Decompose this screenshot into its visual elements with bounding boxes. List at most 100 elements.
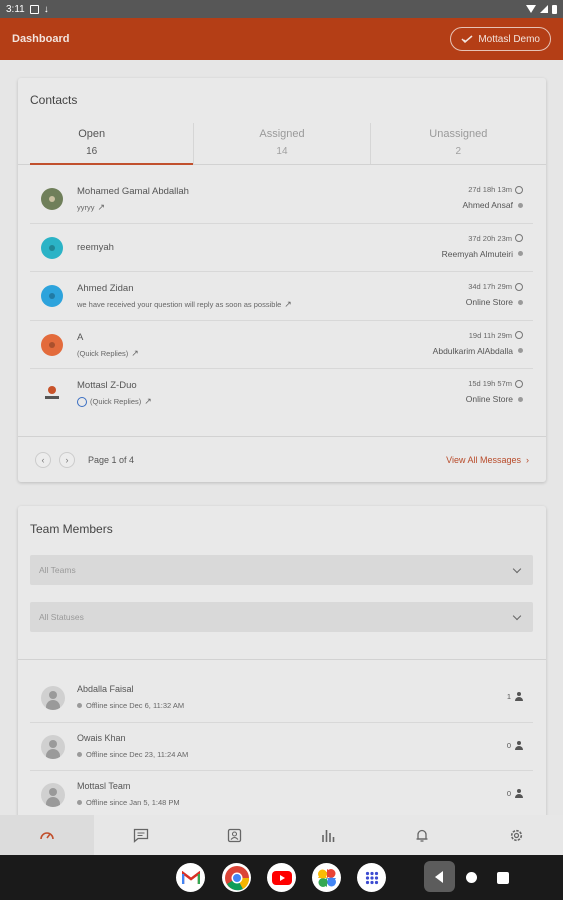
prev-page-button[interactable]: ‹	[35, 451, 51, 468]
messages-icon	[133, 828, 148, 843]
preview-text: (Quick Replies)	[77, 348, 129, 358]
message-preview: we have received your question will repl…	[77, 299, 292, 310]
clock-icon	[515, 379, 523, 388]
avatar	[41, 734, 65, 759]
dashboard-icon	[40, 832, 54, 840]
quick-reply-icon	[77, 396, 87, 407]
youtube-app-icon[interactable]	[267, 863, 296, 892]
external-link-icon: ↗	[97, 202, 106, 212]
team-members-title: Team Members	[30, 522, 113, 536]
nav-dashboard[interactable]	[0, 815, 94, 855]
chrome-app-icon[interactable]	[222, 863, 251, 892]
elapsed-time: 37d 20h 23m	[468, 234, 523, 243]
app-grid-icon	[365, 871, 378, 884]
external-link-icon: ↗	[144, 396, 152, 406]
tab-count: 14	[276, 146, 288, 157]
assigned-agent: Abdulkarim AlAbdalla	[433, 346, 523, 356]
status-text: Offline since Dec 23, 11:24 AM	[86, 749, 189, 759]
time-text: 34d 17h 29m	[468, 282, 512, 291]
agent-status-dot	[518, 299, 523, 305]
team-members-card: Team Members All Teams All Statuses Abda…	[18, 506, 546, 815]
system-back-button[interactable]	[424, 861, 455, 892]
contact-avatar	[45, 386, 59, 399]
member-list: Abdalla Faisal Offline since Dec 6, 11:3…	[30, 674, 533, 815]
status-text: Offline since Dec 6, 11:32 AM	[86, 701, 185, 710]
agent-status-dot	[518, 202, 523, 208]
message-row[interactable]: Ahmed Zidan we have received your questi…	[30, 272, 533, 321]
teams-filter-value: All Teams	[39, 565, 76, 575]
agent-name: Online Store	[465, 394, 513, 404]
nav-messages[interactable]	[94, 815, 188, 855]
nav-reports[interactable]	[281, 815, 375, 855]
clock-icon	[515, 331, 523, 339]
system-home-button[interactable]	[466, 872, 477, 883]
nav-settings[interactable]	[469, 815, 563, 855]
message-row[interactable]: reemyah 37d 20h 23m Reemyah Almuteiri	[30, 224, 533, 272]
photos-app-icon[interactable]	[312, 863, 341, 892]
count-value: 0	[506, 789, 511, 798]
time-text: 15d 19h 57m	[468, 379, 512, 388]
assigned-count: 0	[507, 740, 523, 750]
agent-status-dot	[518, 348, 523, 353]
back-icon	[434, 870, 443, 883]
assigned-count: 0	[507, 789, 523, 798]
divider	[18, 659, 546, 660]
elapsed-time: 19d 11h 29m	[469, 331, 523, 340]
assigned-agent: Online Store	[466, 394, 523, 404]
statuses-filter-select[interactable]: All Statuses	[30, 602, 533, 632]
assigned-agent: Online Store	[466, 297, 523, 307]
nav-notifications[interactable]	[375, 815, 469, 855]
system-recents-button[interactable]	[497, 872, 509, 884]
view-all-messages-link[interactable]: View All Messages ›	[446, 455, 529, 465]
signal-icon	[540, 5, 548, 13]
tab-label: Assigned	[259, 128, 305, 140]
chevron-down-icon	[512, 564, 522, 573]
contact-avatar	[41, 285, 63, 307]
member-row[interactable]: Abdalla Faisal Offline since Dec 6, 11:3…	[30, 674, 533, 723]
message-row[interactable]: Mohamed Gamal Abdallah yyryy ↗ 27d 18h 13…	[30, 175, 533, 224]
page-title: Dashboard	[12, 33, 70, 45]
contact-name: Mottasl Z-Duo	[77, 380, 137, 391]
nav-contacts[interactable]	[188, 815, 282, 855]
member-row[interactable]: Owais Khan Offline since Dec 23, 11:24 A…	[30, 723, 533, 771]
contacts-icon	[227, 828, 242, 842]
message-preview: yyryy ↗	[77, 202, 105, 213]
count-value: 1	[506, 692, 511, 701]
message-row[interactable]: A (Quick Replies) ↗ 19d 11h 29m Abdulkari…	[30, 321, 533, 369]
teams-filter-select[interactable]: All Teams	[30, 555, 533, 585]
settings-icon	[510, 829, 522, 841]
contact-avatar	[41, 188, 63, 210]
agent-status-dot	[518, 251, 523, 256]
tab-open[interactable]: Open 16	[18, 123, 194, 165]
status-text: Offline since Jan 5, 1:48 PM	[86, 798, 180, 807]
person-icon	[514, 740, 523, 750]
gmail-icon	[181, 870, 200, 884]
tab-unassigned[interactable]: Unassigned 2	[369, 123, 546, 164]
status-bar: 3:11 ↓	[0, 0, 563, 18]
chrome-icon	[224, 865, 249, 890]
contact-avatar	[41, 236, 63, 259]
elapsed-time: 15d 19h 57m	[468, 379, 523, 388]
avatar	[41, 686, 65, 710]
gmail-app-icon[interactable]	[176, 863, 205, 892]
user-menu-button[interactable]: Mottasl Demo	[450, 27, 551, 51]
message-row[interactable]: Mottasl Z-Duo (Quick Replies) ↗ 15d 19h 5…	[30, 369, 533, 418]
status-dot	[77, 703, 82, 708]
user-name: Mottasl Demo	[478, 33, 540, 45]
external-link-icon: ↗	[284, 299, 292, 309]
tab-count: 16	[86, 146, 98, 157]
photos-icon	[317, 868, 336, 887]
contact-name: reemyah	[77, 241, 114, 253]
tab-assigned[interactable]: Assigned 14	[193, 123, 369, 164]
dashboard-content[interactable]: Contacts Open 16 Assigned 14 Unassigned …	[0, 60, 563, 815]
next-page-button[interactable]: ›	[59, 451, 75, 468]
clock-icon	[515, 185, 523, 194]
member-row[interactable]: Mottasl Team Offline since Jan 5, 1:48 P…	[30, 771, 533, 815]
time-text: 37d 20h 23m	[468, 233, 512, 243]
pagination-bar: ‹ › Page 1 of 4 View All Messages ›	[18, 436, 546, 482]
app-drawer-button[interactable]	[357, 863, 386, 892]
battery-icon	[552, 4, 557, 14]
notification-icon	[29, 4, 39, 14]
message-list: Mohamed Gamal Abdallah yyryy ↗ 27d 18h 13…	[30, 175, 533, 418]
assigned-agent: Reemyah Almuteiri	[442, 249, 523, 259]
